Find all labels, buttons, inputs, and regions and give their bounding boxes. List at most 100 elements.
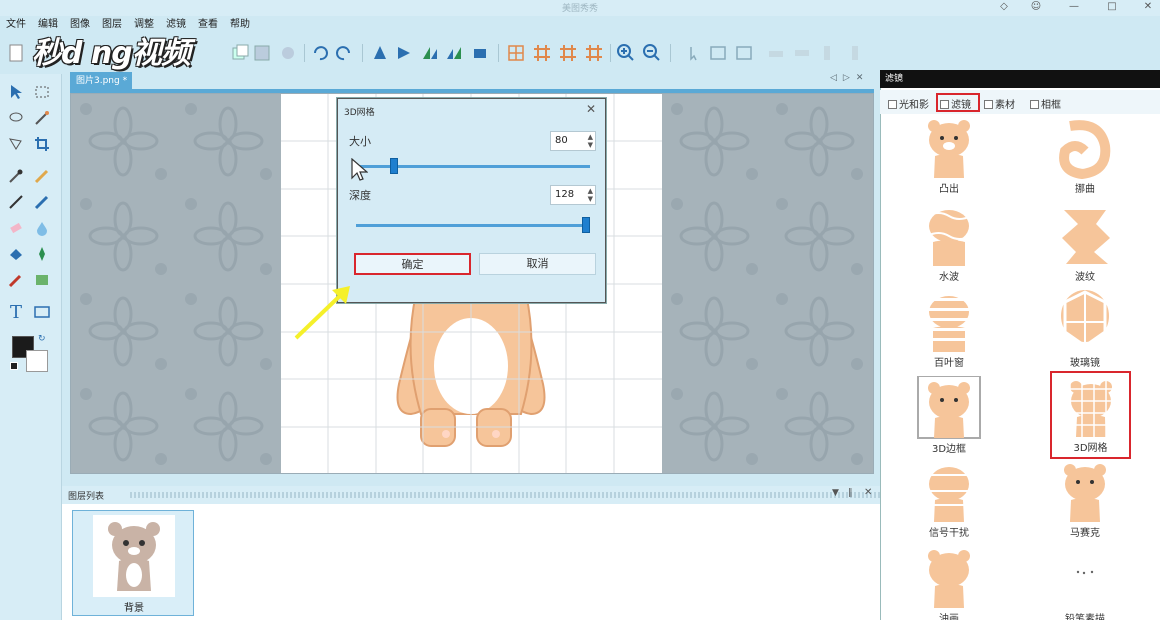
filter-item-oil-painting[interactable]: 油画 bbox=[884, 546, 1014, 620]
tool-panel: T ↻ bbox=[0, 74, 62, 620]
blur-tool-icon[interactable] bbox=[32, 218, 52, 238]
size-spinner[interactable]: 80 ▲ ▼ bbox=[550, 131, 596, 151]
filter-dialog: 3D网格 ✕ 大小 80 ▲ ▼ 深度 128 ▲ ▼ 确定 取消 bbox=[337, 98, 606, 303]
filter-item-blinds[interactable]: 百叶窗 bbox=[884, 290, 1014, 370]
pointer-icon[interactable] bbox=[684, 43, 704, 63]
menu-help[interactable]: 帮助 bbox=[224, 16, 256, 34]
flip-vertical-icon[interactable] bbox=[370, 43, 390, 63]
spinner-arrows-icon[interactable]: ▲ ▼ bbox=[588, 187, 593, 203]
align-middle-icon[interactable] bbox=[792, 43, 812, 63]
move-tool-icon[interactable] bbox=[6, 82, 26, 102]
grid-icon[interactable] bbox=[506, 43, 526, 63]
size-slider-thumb[interactable] bbox=[389, 158, 398, 174]
filter-item-3d-frame[interactable]: 3D边框 bbox=[884, 375, 1014, 456]
align-top-icon[interactable] bbox=[766, 43, 786, 63]
filter-label: 凸出 bbox=[939, 184, 959, 195]
guides-icon[interactable] bbox=[532, 43, 552, 63]
lasso-tool-icon[interactable] bbox=[6, 108, 26, 128]
bucket-tool-icon[interactable] bbox=[6, 244, 26, 264]
depth-value[interactable]: 128 bbox=[555, 189, 574, 200]
filter-item-ripple[interactable]: 水波 bbox=[884, 204, 1014, 284]
guides-clear-icon[interactable] bbox=[584, 43, 604, 63]
transform-icon[interactable] bbox=[470, 43, 490, 63]
zoom-out-icon[interactable] bbox=[642, 43, 662, 63]
line-tool-icon[interactable] bbox=[6, 192, 26, 212]
swap-colors-icon[interactable]: ↻ bbox=[38, 334, 46, 344]
marquee-tool-icon[interactable] bbox=[32, 82, 52, 102]
clone-brush-icon[interactable] bbox=[6, 270, 26, 290]
panel-pin-icon[interactable]: ‖ bbox=[848, 488, 853, 498]
depth-slider-track[interactable] bbox=[356, 224, 590, 227]
filter-item-mosaic[interactable]: 马赛克 bbox=[1020, 460, 1150, 540]
toolbar-separator bbox=[670, 44, 671, 62]
title-bar: 美图秀秀 ◇ ☺ — □ ✕ bbox=[0, 0, 1160, 16]
rotate-left-icon[interactable] bbox=[420, 43, 440, 63]
text-tool-icon[interactable]: T bbox=[6, 302, 26, 323]
arrow-pointer-icon bbox=[294, 286, 350, 340]
filter-item-signal-noise[interactable]: 信号干扰 bbox=[884, 460, 1014, 540]
filter-item-glass[interactable]: 玻璃镜 bbox=[1020, 290, 1150, 370]
skin-icon[interactable]: ◇ bbox=[992, 0, 1016, 14]
spinner-arrows-icon[interactable]: ▲ ▼ bbox=[588, 133, 593, 149]
save-icon[interactable] bbox=[252, 43, 272, 63]
user-icon[interactable]: ☺ bbox=[1024, 0, 1048, 14]
depth-slider-thumb[interactable] bbox=[582, 217, 590, 233]
align-right-icon[interactable] bbox=[844, 43, 864, 63]
filter-tabs: 光和影 滤镜 素材 相框 bbox=[880, 90, 1160, 114]
pencil-tool-icon[interactable] bbox=[32, 166, 52, 186]
secondary-color-swatch[interactable] bbox=[26, 350, 48, 372]
actual-size-icon[interactable] bbox=[734, 43, 754, 63]
filter-label: 马赛克 bbox=[1070, 528, 1100, 539]
panel-menu-icon[interactable]: ▼ bbox=[832, 488, 839, 498]
depth-spinner[interactable]: 128 ▲ ▼ bbox=[550, 185, 596, 205]
filter-label: 铅笔素描 bbox=[1065, 614, 1105, 620]
filter-item-twirl[interactable]: 挪曲 bbox=[1020, 116, 1150, 196]
document-tab[interactable]: 图片3.png * bbox=[70, 72, 132, 90]
cancel-button[interactable]: 取消 bbox=[479, 253, 596, 275]
eraser-tool-icon[interactable] bbox=[6, 218, 26, 238]
dialog-close-icon[interactable]: ✕ bbox=[586, 102, 596, 116]
copy-icon[interactable] bbox=[230, 43, 250, 63]
brush-tool-icon[interactable] bbox=[32, 192, 52, 212]
maximize-button[interactable]: □ bbox=[1100, 0, 1124, 14]
flip-horizontal-icon[interactable] bbox=[394, 43, 414, 63]
filter-label: 波纹 bbox=[1075, 272, 1095, 283]
ripple-thumbnail bbox=[926, 210, 972, 266]
fit-window-icon[interactable] bbox=[708, 43, 728, 63]
filter-label: 玻璃镜 bbox=[1070, 358, 1100, 369]
toolbar-separator bbox=[498, 44, 499, 62]
filter-item-pencil-sketch[interactable]: 铅笔素描 bbox=[1020, 546, 1150, 620]
rotate-right-icon[interactable] bbox=[444, 43, 464, 63]
filter-item-bulge[interactable]: 凸出 bbox=[884, 116, 1014, 196]
minimize-button[interactable]: — bbox=[1062, 0, 1086, 14]
tab-navigation[interactable]: ◁▷✕ bbox=[830, 73, 874, 87]
recolor-tool-icon[interactable] bbox=[32, 270, 52, 290]
size-value[interactable]: 80 bbox=[555, 135, 568, 146]
glass-thumbnail bbox=[1061, 290, 1109, 348]
filter-item-3d-grid[interactable]: 3D网格 bbox=[1050, 371, 1131, 459]
menu-file[interactable]: 文件 bbox=[0, 16, 32, 34]
tab-frames[interactable]: 相框 bbox=[1030, 96, 1061, 111]
close-window-button[interactable]: ✕ bbox=[1136, 0, 1160, 14]
sharpen-tool-icon[interactable] bbox=[32, 244, 52, 264]
reset-colors-icon[interactable] bbox=[10, 362, 18, 370]
redo-icon[interactable] bbox=[334, 43, 354, 63]
new-file-icon[interactable] bbox=[6, 43, 26, 63]
rectangle-tool-icon[interactable] bbox=[32, 302, 52, 322]
tab-materials[interactable]: 素材 bbox=[984, 96, 1015, 111]
layer-item[interactable]: 背景 bbox=[72, 510, 194, 616]
zoom-in-icon[interactable] bbox=[616, 43, 636, 63]
magic-wand-icon[interactable] bbox=[32, 108, 52, 128]
polygon-lasso-icon[interactable] bbox=[6, 134, 26, 154]
hand-icon[interactable] bbox=[278, 43, 298, 63]
crop-tool-icon[interactable] bbox=[32, 134, 52, 154]
undo-icon[interactable] bbox=[310, 43, 330, 63]
menu-view[interactable]: 查看 bbox=[192, 16, 224, 34]
ok-button[interactable]: 确定 bbox=[354, 253, 471, 275]
guides-box-icon[interactable] bbox=[558, 43, 578, 63]
panel-close-icon[interactable]: ✕ bbox=[864, 487, 872, 498]
tab-light-shadow[interactable]: 光和影 bbox=[888, 96, 929, 111]
filter-item-wave[interactable]: 波纹 bbox=[1020, 204, 1150, 284]
eyedropper-icon[interactable] bbox=[6, 166, 26, 186]
align-left-icon[interactable] bbox=[818, 43, 838, 63]
